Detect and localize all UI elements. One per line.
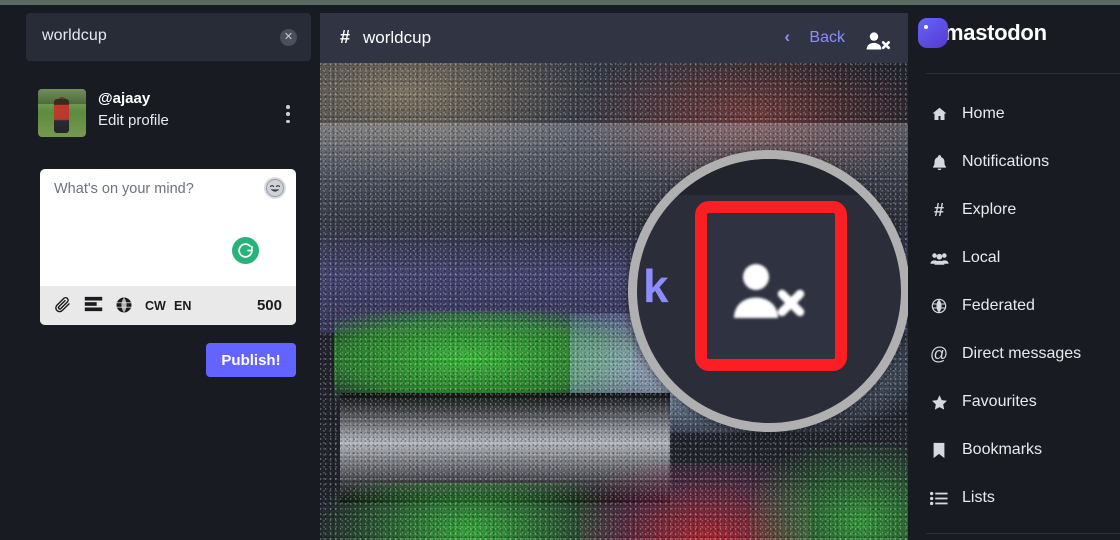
home-icon [928,104,950,124]
sidebar-item-explore[interactable]: # Explore [908,186,1120,234]
attach-file-icon[interactable] [54,296,72,314]
grammarly-glyph [238,243,253,258]
sidebar-item-local[interactable]: Local [908,234,1120,282]
poll-bars-glyph [84,296,103,312]
profile-row: @ajaay Edit profile [38,89,298,145]
sidebar-item-favourites[interactable]: Favourites [908,378,1120,426]
column-title: worldcup [363,28,432,47]
smiling-face-glyph [266,179,284,197]
globe-glyph [931,298,947,314]
character-counter: 500 [256,297,282,314]
left-column: worldcup ✕ @ajaay Edit profile What's on… [0,5,320,540]
profile-handle: @ajaay [98,90,151,107]
compose-box[interactable]: What's on your mind? CW EN 500 [40,169,296,325]
kebab-menu-icon[interactable] [279,102,297,126]
mastodon-wordmark: mastodon [944,20,1047,45]
avatar[interactable] [38,89,86,137]
hashtag-icon: # [933,199,944,220]
sidebar-item-bookmarks[interactable]: Bookmarks [908,426,1120,474]
sidebar-item-home[interactable]: Home [908,90,1120,138]
magnifier-topbar [637,159,901,195]
smiling-face-icon[interactable] [264,177,286,199]
star-glyph [931,394,947,410]
chevron-left-icon[interactable]: ‹ [784,27,790,47]
globe-glyph [116,297,132,313]
sidebar-label-direct-messages: Direct messages [962,345,1082,362]
publish-button[interactable]: Publish! [206,343,296,377]
sidebar-item-federated[interactable]: Federated [908,282,1120,330]
edit-profile-link[interactable]: Edit profile [98,112,169,129]
sidebar-item-direct-messages[interactable]: @ Direct messages [908,330,1120,378]
right-sidebar: mastodon Home Notifications # Explore Lo… [908,5,1120,540]
back-button[interactable]: Back [809,29,845,47]
grammarly-icon[interactable] [232,237,259,264]
sidebar-label-lists: Lists [962,489,995,506]
column-header: # worldcup ‹ Back [320,13,908,63]
avatar-body [54,99,69,133]
compose-toolbar: CW EN 500 [40,286,296,325]
content-warning-toggle[interactable]: CW [145,299,166,313]
sidebar-item-lists[interactable]: Lists [908,474,1120,522]
search-input-value: worldcup [42,27,107,44]
mastodon-logo[interactable]: mastodon [918,18,1047,48]
sidebar-label-federated: Federated [962,297,1035,314]
magnifier-partial-text: k [643,260,669,312]
mastodon-mark-icon [918,18,948,48]
sidebar-item-notifications[interactable]: Notifications [908,138,1120,186]
person-remove-icon-magnified[interactable] [731,261,807,323]
bookmark-glyph [933,442,945,458]
sidebar-label-bookmarks: Bookmarks [962,441,1043,458]
sidebar-label-explore: Explore [962,201,1017,218]
globe-icon [928,296,950,316]
home-glyph [932,107,946,120]
visibility-globe-icon[interactable] [115,296,133,314]
sidebar-top-divider [926,73,1120,74]
close-circle-icon[interactable]: ✕ [280,29,297,46]
language-selector[interactable]: EN [174,299,191,313]
bell-icon [928,152,950,172]
sidebar-label-notifications: Notifications [962,153,1050,170]
sidebar-label-favourites: Favourites [962,393,1037,410]
paperclip-glyph [55,297,70,313]
list-glyph [930,491,948,505]
person-remove-glyph [866,32,890,50]
add-poll-icon[interactable] [84,296,103,312]
mastodon-web-app: worldcup ✕ @ajaay Edit profile What's on… [0,0,1120,540]
bell-glyph [932,154,946,170]
users-group-icon [928,248,950,268]
list-icon [928,488,950,508]
bookmark-icon [928,440,950,460]
at-sign-icon: @ [929,343,949,364]
users-group-glyph [929,252,949,265]
search-input[interactable]: worldcup ✕ [26,13,311,61]
person-remove-icon[interactable] [865,31,891,51]
hashtag-icon: # [340,27,351,47]
hashtag-timeline-column: # worldcup ‹ Back k [320,5,908,540]
sidebar-bottom-divider [926,533,1120,534]
compose-textarea-placeholder[interactable]: What's on your mind? [54,181,194,197]
person-remove-glyph-magnified [734,264,805,318]
sidebar-label-local: Local [962,249,1001,266]
sidebar-label-home: Home [962,105,1005,122]
star-icon [928,392,950,412]
sidebar-nav: Home Notifications # Explore Local Feder… [908,90,1120,522]
magnifier-overlay: k [628,150,908,432]
